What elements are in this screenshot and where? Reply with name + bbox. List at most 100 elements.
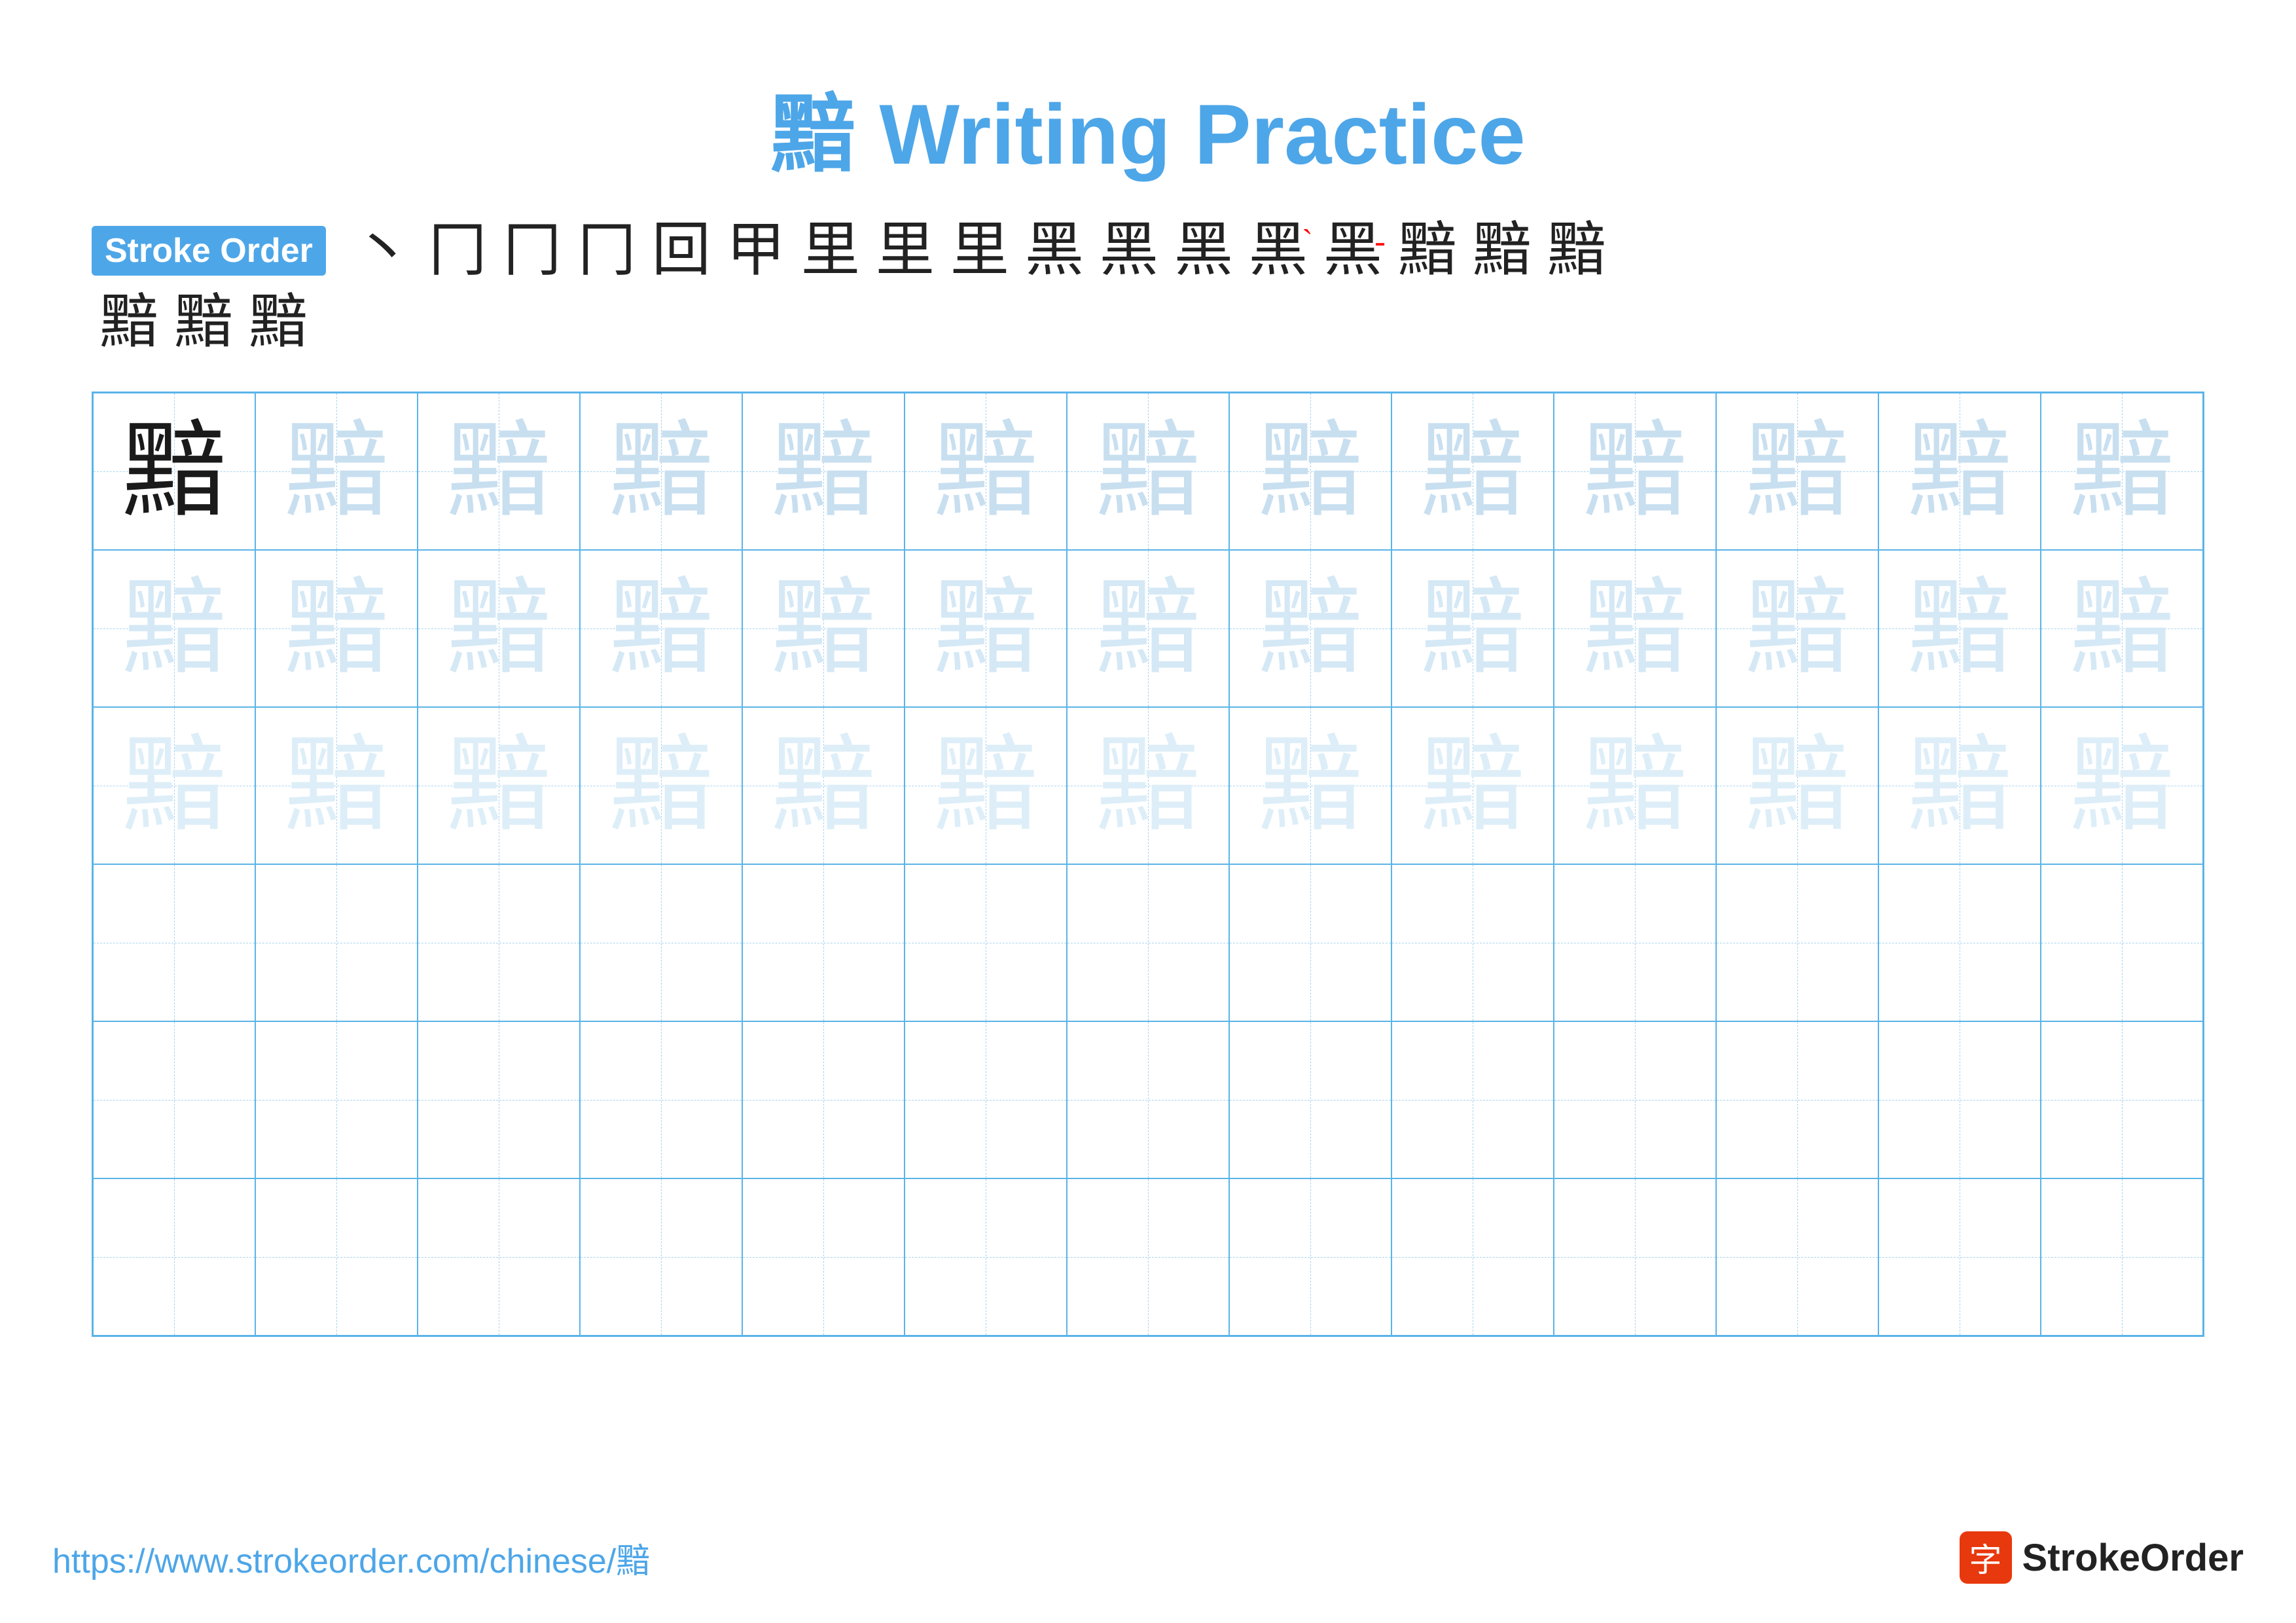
- grid-cell-r3c5[interactable]: 黯: [742, 707, 905, 864]
- grid-cell-r5c1[interactable]: [93, 1021, 255, 1178]
- practice-char-lighter: 黯: [122, 733, 226, 838]
- grid-cell-r6c6[interactable]: [905, 1178, 1067, 1336]
- stroke-11: 黑: [1100, 221, 1158, 280]
- grid-cell-r4c11[interactable]: [1716, 864, 1878, 1021]
- grid-cell-r3c4[interactable]: 黯: [580, 707, 742, 864]
- grid-cell-r2c7[interactable]: 黯: [1067, 550, 1229, 707]
- grid-cell-r1c13[interactable]: 黯: [2041, 393, 2203, 550]
- grid-cell-r1c5[interactable]: 黯: [742, 393, 905, 550]
- grid-cell-r2c5[interactable]: 黯: [742, 550, 905, 707]
- grid-cell-r4c9[interactable]: [1391, 864, 1554, 1021]
- grid-cell-r1c3[interactable]: 黯: [418, 393, 580, 550]
- practice-char-lighter: 黯: [1420, 733, 1525, 838]
- grid-cell-r2c8[interactable]: 黯: [1229, 550, 1391, 707]
- practice-char-light: 黯: [284, 576, 389, 681]
- grid-cell-r2c3[interactable]: 黯: [418, 550, 580, 707]
- grid-cell-r5c6[interactable]: [905, 1021, 1067, 1178]
- practice-char-light: 黯: [2070, 576, 2174, 681]
- grid-cell-r2c4[interactable]: 黯: [580, 550, 742, 707]
- grid-cell-r1c9[interactable]: 黯: [1391, 393, 1554, 550]
- grid-cell-r4c13[interactable]: [2041, 864, 2203, 1021]
- grid-cell-r4c7[interactable]: [1067, 864, 1229, 1021]
- grid-cell-r1c8[interactable]: 黯: [1229, 393, 1391, 550]
- grid-cell-r2c6[interactable]: 黯: [905, 550, 1067, 707]
- grid-cell-r2c11[interactable]: 黯: [1716, 550, 1878, 707]
- grid-cell-r6c7[interactable]: [1067, 1178, 1229, 1336]
- grid-cell-r6c4[interactable]: [580, 1178, 742, 1336]
- grid-cell-r4c12[interactable]: [1878, 864, 2041, 1021]
- grid-cell-r1c4[interactable]: 黯: [580, 393, 742, 550]
- grid-cell-r3c6[interactable]: 黯: [905, 707, 1067, 864]
- grid-cell-r6c13[interactable]: [2041, 1178, 2203, 1336]
- grid-cell-r2c10[interactable]: 黯: [1554, 550, 1716, 707]
- grid-cell-r6c5[interactable]: [742, 1178, 905, 1336]
- practice-char-light: 黯: [1745, 419, 1850, 524]
- grid-cell-r4c8[interactable]: [1229, 864, 1391, 1021]
- practice-char-lighter: 黯: [1745, 733, 1850, 838]
- practice-char-light: 黯: [1907, 419, 2012, 524]
- grid-cell-r6c8[interactable]: [1229, 1178, 1391, 1336]
- grid-cell-r5c13[interactable]: [2041, 1021, 2203, 1178]
- grid-cell-r3c10[interactable]: 黯: [1554, 707, 1716, 864]
- practice-char-light: 黯: [1907, 576, 2012, 681]
- grid-cell-r5c9[interactable]: [1391, 1021, 1554, 1178]
- stroke-order-badge: Stroke Order: [92, 226, 326, 276]
- grid-cell-r2c12[interactable]: 黯: [1878, 550, 2041, 707]
- grid-cell-r3c13[interactable]: 黯: [2041, 707, 2203, 864]
- grid-cell-r6c3[interactable]: [418, 1178, 580, 1336]
- stroke-4: 冂: [577, 221, 636, 280]
- grid-cell-r2c13[interactable]: 黯: [2041, 550, 2203, 707]
- grid-cell-r2c2[interactable]: 黯: [255, 550, 418, 707]
- grid-cell-r1c12[interactable]: 黯: [1878, 393, 2041, 550]
- grid-cell-r4c6[interactable]: [905, 864, 1067, 1021]
- grid-cell-r5c4[interactable]: [580, 1021, 742, 1178]
- grid-cell-r3c2[interactable]: 黯: [255, 707, 418, 864]
- grid-cell-r6c1[interactable]: [93, 1178, 255, 1336]
- grid-cell-r4c4[interactable]: [580, 864, 742, 1021]
- grid-cell-r6c11[interactable]: [1716, 1178, 1878, 1336]
- grid-cell-r3c12[interactable]: 黯: [1878, 707, 2041, 864]
- grid-cell-r3c11[interactable]: 黯: [1716, 707, 1878, 864]
- grid-cell-r5c8[interactable]: [1229, 1021, 1391, 1178]
- stroke-3: 冂: [503, 221, 562, 280]
- grid-cell-r4c3[interactable]: [418, 864, 580, 1021]
- practice-char-light: 黯: [446, 419, 551, 524]
- grid-cell-r3c7[interactable]: 黯: [1067, 707, 1229, 864]
- grid-cell-r1c11[interactable]: 黯: [1716, 393, 1878, 550]
- grid-cell-r1c6[interactable]: 黯: [905, 393, 1067, 550]
- practice-char-light: 黯: [1258, 419, 1363, 524]
- grid-cell-r1c7[interactable]: 黯: [1067, 393, 1229, 550]
- grid-cell-r3c9[interactable]: 黯: [1391, 707, 1554, 864]
- grid-cell-r6c9[interactable]: [1391, 1178, 1554, 1336]
- grid-cell-r5c3[interactable]: [418, 1021, 580, 1178]
- practice-char-light: 黯: [1583, 419, 1687, 524]
- practice-char-light: 黯: [122, 576, 226, 681]
- grid-cell-r3c3[interactable]: 黯: [418, 707, 580, 864]
- grid-cell-r6c10[interactable]: [1554, 1178, 1716, 1336]
- grid-cell-r5c7[interactable]: [1067, 1021, 1229, 1178]
- practice-char-light: 黯: [771, 576, 876, 681]
- grid-cell-r1c2[interactable]: 黯: [255, 393, 418, 550]
- grid-cell-r3c1[interactable]: 黯: [93, 707, 255, 864]
- footer-url[interactable]: https://www.strokeorder.com/chinese/黯: [52, 1533, 650, 1582]
- grid-cell-r1c1[interactable]: 黯: [93, 393, 255, 550]
- grid-cell-r2c1[interactable]: 黯: [93, 550, 255, 707]
- grid-cell-r4c1[interactable]: [93, 864, 255, 1021]
- grid-cell-r5c12[interactable]: [1878, 1021, 2041, 1178]
- grid-cell-r6c12[interactable]: [1878, 1178, 2041, 1336]
- practice-char-lighter: 黯: [1907, 733, 2012, 838]
- grid-cell-r4c2[interactable]: [255, 864, 418, 1021]
- practice-char-light: 黯: [1096, 576, 1200, 681]
- grid-cell-r2c9[interactable]: 黯: [1391, 550, 1554, 707]
- title-text: 黯 Writing Practice: [770, 86, 1525, 182]
- logo-text: StrokeOrder: [2022, 1536, 2244, 1580]
- grid-cell-r6c2[interactable]: [255, 1178, 418, 1336]
- grid-cell-r5c11[interactable]: [1716, 1021, 1878, 1178]
- grid-cell-r5c10[interactable]: [1554, 1021, 1716, 1178]
- grid-cell-r5c2[interactable]: [255, 1021, 418, 1178]
- grid-cell-r5c5[interactable]: [742, 1021, 905, 1178]
- grid-cell-r3c8[interactable]: 黯: [1229, 707, 1391, 864]
- grid-cell-r1c10[interactable]: 黯: [1554, 393, 1716, 550]
- grid-cell-r4c5[interactable]: [742, 864, 905, 1021]
- grid-cell-r4c10[interactable]: [1554, 864, 1716, 1021]
